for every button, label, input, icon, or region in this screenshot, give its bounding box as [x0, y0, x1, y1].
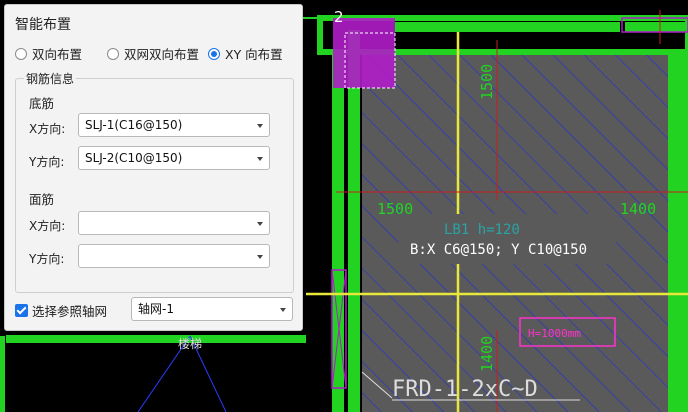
dialog-title: 智能布置 — [15, 17, 71, 33]
layout-mode-radios: 双向布置 双网双向布置 XY 向布置 — [15, 44, 296, 64]
top-y-label: Y方向: — [29, 252, 65, 266]
bottom-x-select[interactable]: SLJ-1(C16@150) — [78, 113, 270, 137]
radio-indicator[interactable] — [107, 47, 119, 60]
radio-label: 双网双向布置 — [124, 47, 200, 62]
chevron-down-icon[interactable] — [257, 157, 263, 161]
top-y-select[interactable] — [78, 244, 270, 268]
bottom-y-label: Y方向: — [29, 155, 65, 169]
checkbox-checked-icon[interactable] — [15, 304, 28, 317]
slab-label: LB1 h=120 — [444, 222, 520, 238]
radio-bidirectional[interactable]: 双向布置 — [15, 44, 82, 63]
ref-axis-checkbox[interactable]: 选择参照轴网 — [15, 301, 107, 320]
rebar-info-group: 钢筋信息 底筋 X方向: SLJ-1(C16@150) Y方向: SLJ-2(C… — [15, 70, 294, 293]
top-x-select[interactable] — [78, 211, 270, 235]
top-x-label: X方向: — [29, 219, 66, 233]
chevron-down-icon[interactable] — [280, 308, 286, 312]
column[interactable] — [333, 18, 395, 88]
radio-indicator[interactable] — [15, 47, 27, 60]
bottom-x-label: X方向: — [29, 122, 66, 136]
rebar-text: B:X C6@150; Y C10@150 — [410, 242, 587, 258]
dim-left: 1500 — [377, 200, 413, 218]
bottom-y-select[interactable]: SLJ-2(C10@150) — [78, 146, 270, 170]
ref-axis-label: 选择参照轴网 — [32, 304, 108, 319]
wall-top-fill-2 — [625, 22, 688, 32]
radio-xy[interactable]: XY 向布置 — [208, 44, 283, 63]
wall-right — [668, 52, 688, 412]
radio-double-net[interactable]: 双网双向布置 — [107, 44, 199, 63]
foundation-label: FRD-1-2xC~D — [392, 377, 538, 402]
stair-label: 楼梯 — [178, 336, 202, 351]
ref-axis-select[interactable]: 轴网-1 — [131, 297, 293, 321]
marker-number: 2 — [334, 8, 344, 26]
dim-vertical-top: 1500 — [478, 64, 496, 100]
dim-right: 1400 — [620, 200, 656, 218]
group-title: 钢筋信息 — [24, 70, 77, 87]
wall-bottom-left — [6, 335, 306, 343]
select-value: SLJ-1(C16@150) — [85, 118, 183, 132]
chevron-down-icon[interactable] — [257, 255, 263, 259]
chevron-down-icon[interactable] — [257, 124, 263, 128]
select-value: 轴网-1 — [138, 302, 174, 316]
dim-vertical-bottom: 1400 — [478, 336, 496, 372]
smart-layout-dialog: 智能布置 双向布置 双网双向布置 XY 向布置 钢筋信息 底筋 X方向: SLJ… — [4, 4, 303, 331]
radio-label: 双向布置 — [32, 47, 83, 62]
pink-annotation-text: H=1000mm — [528, 327, 581, 340]
bottom-rebar-label: 底筋 — [29, 96, 55, 111]
select-value: SLJ-2(C10@150) — [85, 151, 183, 165]
radio-label: XY 向布置 — [225, 47, 283, 62]
top-rebar-label: 面筋 — [29, 192, 55, 207]
radio-indicator[interactable] — [208, 47, 220, 60]
wall-top-fill — [395, 22, 620, 32]
chevron-down-icon[interactable] — [257, 222, 263, 226]
